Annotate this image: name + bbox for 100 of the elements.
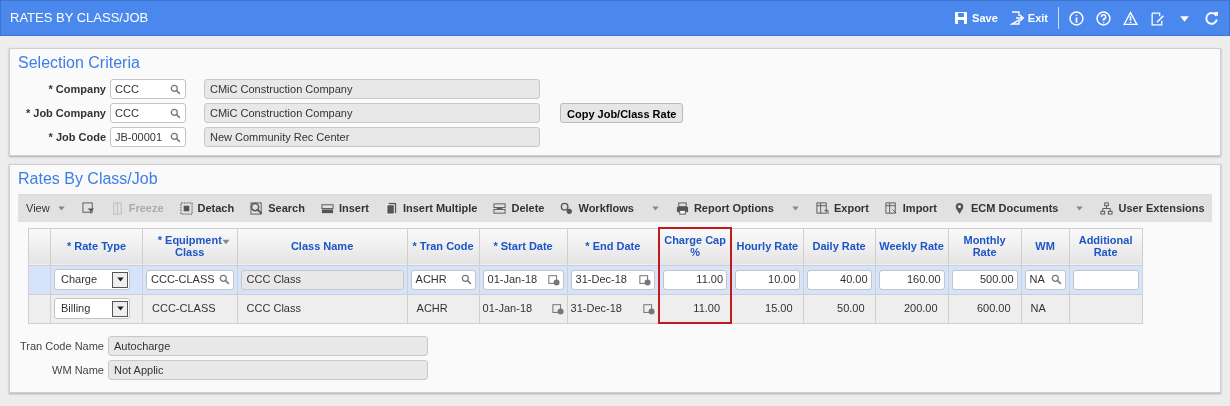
lookup-field[interactable]: CCC: [110, 103, 186, 123]
warning-icon: [1123, 10, 1138, 26]
column-header[interactable]: Hourly Rate: [731, 228, 804, 265]
search-icon: [170, 107, 181, 119]
field-value: 160.00: [906, 272, 941, 288]
table-cell-text: 01-Jan-18: [482, 301, 533, 317]
filter-icon: [81, 202, 95, 215]
field-value: 01-Jan-18: [487, 272, 538, 288]
column-header[interactable]: * Tran Code: [407, 228, 480, 265]
display-field: Not Applic: [108, 360, 428, 380]
field-value: Charge: [61, 272, 98, 288]
page-title: RATES BY CLASS/JOB: [9, 9, 149, 28]
description-field: CMiC Construction Company: [204, 103, 540, 123]
toolbar-button[interactable]: Search: [242, 194, 313, 223]
field-value: 11.00: [696, 272, 724, 288]
field-value: CCC-CLASS: [151, 272, 215, 288]
description-field: CMiC Construction Company: [204, 79, 540, 99]
description-field: New Community Rec Center: [204, 127, 540, 147]
insert-row-icon: [320, 202, 334, 215]
help-icon: [1096, 10, 1111, 26]
lookup-field[interactable]: JB-00001: [110, 127, 186, 147]
search-icon: [218, 274, 230, 285]
column-header[interactable]: * Start Date: [479, 228, 568, 265]
row-header-cell: [28, 228, 51, 265]
toolbar-button[interactable]: Detach: [171, 194, 243, 223]
search-icon: [170, 83, 181, 95]
calendar-icon: [547, 273, 560, 286]
column-header[interactable]: * Equipment Class: [142, 228, 238, 265]
table-cell: 600.00: [976, 302, 1011, 315]
save-icon: [954, 11, 969, 25]
search-icon: [460, 274, 472, 285]
column-header[interactable]: * End Date: [567, 228, 660, 265]
input-field[interactable]: CCC-CLASS: [146, 269, 234, 290]
field-label: Tran Code Name: [19, 338, 104, 354]
toolbar-button[interactable]: Import: [876, 194, 946, 223]
field-label: * Job Company: [24, 105, 106, 121]
field-label: * Job Code: [47, 129, 106, 145]
column-header[interactable]: Weekly Rate: [875, 228, 949, 265]
section-title: Rates By Class/Job: [17, 169, 159, 189]
table-cell: NA: [1030, 302, 1046, 315]
input-field[interactable]: 500.00: [951, 269, 1018, 290]
input-field[interactable]: NA: [1024, 269, 1066, 290]
input-field[interactable]: 31-Dec-18: [570, 269, 656, 290]
input-field[interactable]: 160.00: [878, 269, 945, 290]
caret-icon: [115, 275, 125, 284]
toolbar-button[interactable]: Report Options: [667, 194, 808, 223]
field-label: * Company: [47, 81, 106, 97]
toolbar-button[interactable]: Workflows: [552, 194, 668, 223]
column-header[interactable]: Charge Cap %: [659, 228, 732, 265]
toolbar-button[interactable]: User Extensions: [1092, 194, 1213, 223]
input-field[interactable]: [1072, 269, 1139, 290]
column-header[interactable]: Daily Rate: [803, 228, 876, 265]
refresh-icon: [1204, 10, 1219, 26]
toolbar-button[interactable]: ECM Documents: [945, 194, 1093, 223]
dropdown-field[interactable]: Billing: [54, 298, 130, 319]
table-cell: 50.00: [837, 302, 865, 315]
input-field[interactable]: 11.00: [663, 269, 728, 290]
toolbar-button[interactable]: Insert Multiple: [376, 194, 486, 223]
field-value: 31-Dec-18: [575, 272, 627, 288]
input-field[interactable]: 10.00: [735, 269, 800, 290]
section-title: Selection Criteria: [18, 53, 141, 73]
caret-icon: [115, 304, 125, 313]
column-header[interactable]: * Rate Type: [50, 228, 143, 265]
toolbar-button[interactable]: Export: [807, 194, 877, 223]
caret-icon: [650, 204, 660, 213]
dropdown-field[interactable]: Charge: [54, 269, 130, 290]
delete-row-icon: [493, 202, 507, 215]
field-value: Billing: [61, 301, 91, 317]
display-field: Autocharge: [108, 336, 428, 356]
field-value: CCC Class: [246, 272, 301, 288]
gears-icon: [560, 202, 574, 215]
table-import-icon: [884, 202, 898, 215]
field-value: 500.00: [979, 272, 1014, 288]
calendar-icon: [551, 302, 564, 315]
input-field[interactable]: ACHR: [410, 269, 476, 290]
table-export-icon: [815, 202, 829, 215]
column-header[interactable]: WM: [1021, 228, 1070, 265]
search-icon: [250, 202, 264, 215]
search-icon: [1050, 274, 1062, 285]
info-icon: [1069, 10, 1084, 26]
field-value: CCC: [115, 105, 139, 121]
edit-icon: [1150, 10, 1165, 26]
copy-rate-button[interactable]: Copy Job/Class Rate: [560, 103, 684, 123]
toolbar-button[interactable]: Insert: [312, 194, 377, 223]
input-field[interactable]: 40.00: [806, 269, 872, 290]
table-cell: 15.00: [765, 302, 793, 315]
field-value: 10.00: [768, 272, 796, 288]
column-header[interactable]: Monthly Rate: [948, 228, 1022, 265]
view-menu[interactable]: View: [18, 194, 74, 223]
caret-icon: [790, 204, 800, 213]
column-header[interactable]: Class Name: [237, 228, 408, 265]
search-icon: [170, 131, 181, 143]
field-value: ACHR: [415, 272, 447, 288]
detach-icon: [179, 202, 193, 215]
field-value: NA: [1029, 272, 1045, 288]
input-field[interactable]: 01-Jan-18: [482, 269, 564, 290]
column-header[interactable]: Additional Rate: [1069, 228, 1143, 265]
lookup-field[interactable]: CCC: [110, 79, 186, 99]
table-cell: 200.00: [903, 302, 938, 315]
toolbar-button[interactable]: Delete: [485, 194, 553, 223]
